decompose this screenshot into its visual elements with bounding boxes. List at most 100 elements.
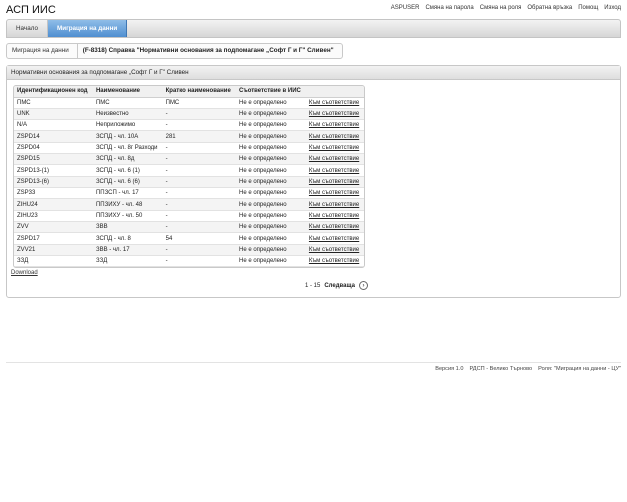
cell-short-name: -: [162, 221, 236, 234]
pager-range: 1 - 15: [305, 282, 321, 289]
app-title: АСП ИИС: [6, 4, 56, 16]
cell-code: UNK: [14, 108, 93, 121]
map-link[interactable]: Към съответствие: [309, 236, 359, 242]
cell-action: Към съответствие: [305, 108, 364, 121]
cell-action: Към съответствие: [305, 187, 364, 200]
breadcrumb-current-report: (F-8318) Справка "Нормативни основания з…: [82, 47, 334, 54]
table-row: ZIHU24 ППЗИХУ - чл. 48- Не е определено Към…: [14, 198, 364, 211]
cell-action: Към съответствие: [305, 142, 364, 155]
cell-mapping: Не е определено: [235, 198, 306, 211]
cell-code: ЗЗД: [14, 255, 93, 268]
cell-mapping: Не е определено: [235, 119, 306, 132]
cell-code: ZSPD13-(1): [14, 164, 93, 177]
cell-action: Към съответствие: [305, 130, 364, 143]
table-row: ZVV ЗВВ - Не е определено Към съответствие: [14, 221, 364, 234]
map-link[interactable]: Към съответствие: [309, 145, 359, 151]
cell-action: Към съответствие: [305, 119, 364, 132]
help-link[interactable]: Помощ: [578, 5, 598, 11]
cell-name: ППЗИХУ - чл. 50: [92, 210, 163, 223]
cell-short-name: -: [162, 210, 236, 223]
footer-divider: [6, 362, 621, 363]
cell-code: ZIHU24: [14, 198, 93, 211]
change-role-link[interactable]: Смяна на роля: [480, 5, 522, 11]
map-link[interactable]: Към съответствие: [309, 168, 359, 174]
footer-version: Версия 1.0: [435, 366, 464, 372]
cell-name: ЗВВ: [92, 221, 163, 234]
cell-short-name: -: [162, 164, 236, 177]
cell-short-name: -: [162, 198, 236, 211]
cell-action: Към съответствие: [305, 255, 364, 268]
breadcrumb-data-migration[interactable]: Миграция на данни: [7, 44, 78, 58]
map-link[interactable]: Към съответствие: [309, 224, 359, 230]
cell-name: ПМС: [92, 97, 163, 109]
cell-code: ZSPD17: [14, 232, 93, 245]
report-panel: Нормативни основания за подпомагане „Соф…: [6, 65, 621, 298]
map-link[interactable]: Към съответствие: [309, 134, 359, 140]
feedback-link[interactable]: Обратна връзка: [527, 5, 572, 11]
cell-short-name: -: [162, 153, 236, 166]
table-row: UNK Неизвестно - Не е определено Към съответ…: [14, 108, 364, 121]
table-row: ZSPD13-(6) ЗСПД - чл. 6 (6) - Не е определе…: [14, 176, 364, 189]
cell-action: Към съответствие: [305, 97, 364, 109]
cell-name: ЗСПД - чл. 6 (1): [92, 164, 163, 177]
download-link[interactable]: Download: [11, 270, 38, 276]
map-link[interactable]: Към съответствие: [309, 100, 359, 106]
table-row: ZSPD04 ЗСПД - чл. 8г Разходи - Не е определ…: [14, 142, 364, 155]
map-link[interactable]: Към съответствие: [309, 122, 359, 128]
report-table: Идентификационен код Наименование Кратко…: [13, 85, 365, 269]
table-row: ЗЗД ЗЗД - Не е определено Към съответствие: [14, 255, 364, 268]
map-link[interactable]: Към съответствие: [309, 156, 359, 162]
cell-mapping: Не е определено: [235, 97, 306, 109]
map-link[interactable]: Към съответствие: [309, 190, 359, 196]
next-page-button[interactable]: Следваща: [324, 283, 355, 289]
cell-code: N/A: [14, 119, 93, 132]
tab-data-migration[interactable]: Миграция на данни: [47, 20, 128, 37]
map-link[interactable]: Към съответствие: [309, 202, 359, 208]
cell-name: ЗЗД: [92, 255, 163, 268]
cell-short-name: -: [162, 255, 236, 268]
map-link[interactable]: Към съответствие: [309, 213, 359, 219]
cell-action: Към съответствие: [305, 198, 364, 211]
cell-short-name: -: [162, 187, 236, 200]
cell-mapping: Не е определено: [235, 153, 306, 166]
cell-action: Към съответствие: [305, 221, 364, 234]
cell-code: ZVV: [14, 221, 93, 234]
cell-action: Към съответствие: [305, 153, 364, 166]
tab-home[interactable]: Начало: [7, 20, 48, 37]
cell-mapping: Не е определено: [235, 108, 306, 121]
cell-mapping: Не е определено: [235, 232, 306, 245]
change-password-link[interactable]: Смяна на парола: [425, 5, 473, 11]
cell-name: ЗСПД - чл. 8г Разходи: [92, 142, 163, 155]
panel-title: Нормативни основания за подпомагане „Соф…: [7, 66, 620, 80]
map-link[interactable]: Към съответствие: [309, 247, 359, 253]
map-link[interactable]: Към съответствие: [309, 179, 359, 185]
cell-name: ППЗСП - чл. 17: [92, 187, 163, 200]
table-row: ZSPD13-(1) ЗСПД - чл. 6 (1) - Не е определе…: [14, 164, 364, 177]
table-header-row: Идентификационен код Наименование Кратко…: [14, 86, 364, 98]
map-link[interactable]: Към съответствие: [309, 258, 359, 264]
column-header-mapping: Съответствие в ИИС: [235, 86, 306, 98]
cell-code: ZSPD04: [14, 142, 93, 155]
cell-mapping: Не е определено: [235, 164, 306, 177]
column-header-code: Идентификационен код: [14, 86, 93, 98]
cell-mapping: Не е определено: [235, 255, 306, 268]
user-link[interactable]: ASPUSER: [391, 5, 420, 11]
cell-mapping: Не е определено: [235, 176, 306, 189]
table-row: ZIHU23 ППЗИХУ - чл. 50- Не е определено Към…: [14, 210, 364, 223]
cell-code: ZSPD15: [14, 153, 93, 166]
cell-code: ZIHU23: [14, 210, 93, 223]
cell-action: Към съответствие: [305, 210, 364, 223]
map-link[interactable]: Към съответствие: [309, 111, 359, 117]
logout-link[interactable]: Изход: [604, 5, 621, 11]
cell-name: ЗВВ - чл. 17: [92, 244, 163, 257]
column-header-name: Наименование: [92, 86, 163, 98]
cell-name: ЗСПД - чл. 8: [92, 232, 163, 245]
chevron-right-icon[interactable]: ›: [358, 281, 368, 290]
cell-mapping: Не е определено: [235, 130, 306, 143]
cell-action: Към съответствие: [305, 244, 364, 257]
column-header-short-name: Кратко наименование: [162, 86, 236, 98]
cell-name: Неприложимо: [92, 119, 163, 132]
cell-name: ЗСПД - чл. 8д: [92, 153, 163, 166]
cell-action: Към съответствие: [305, 176, 364, 189]
cell-mapping: Не е определено: [235, 187, 306, 200]
